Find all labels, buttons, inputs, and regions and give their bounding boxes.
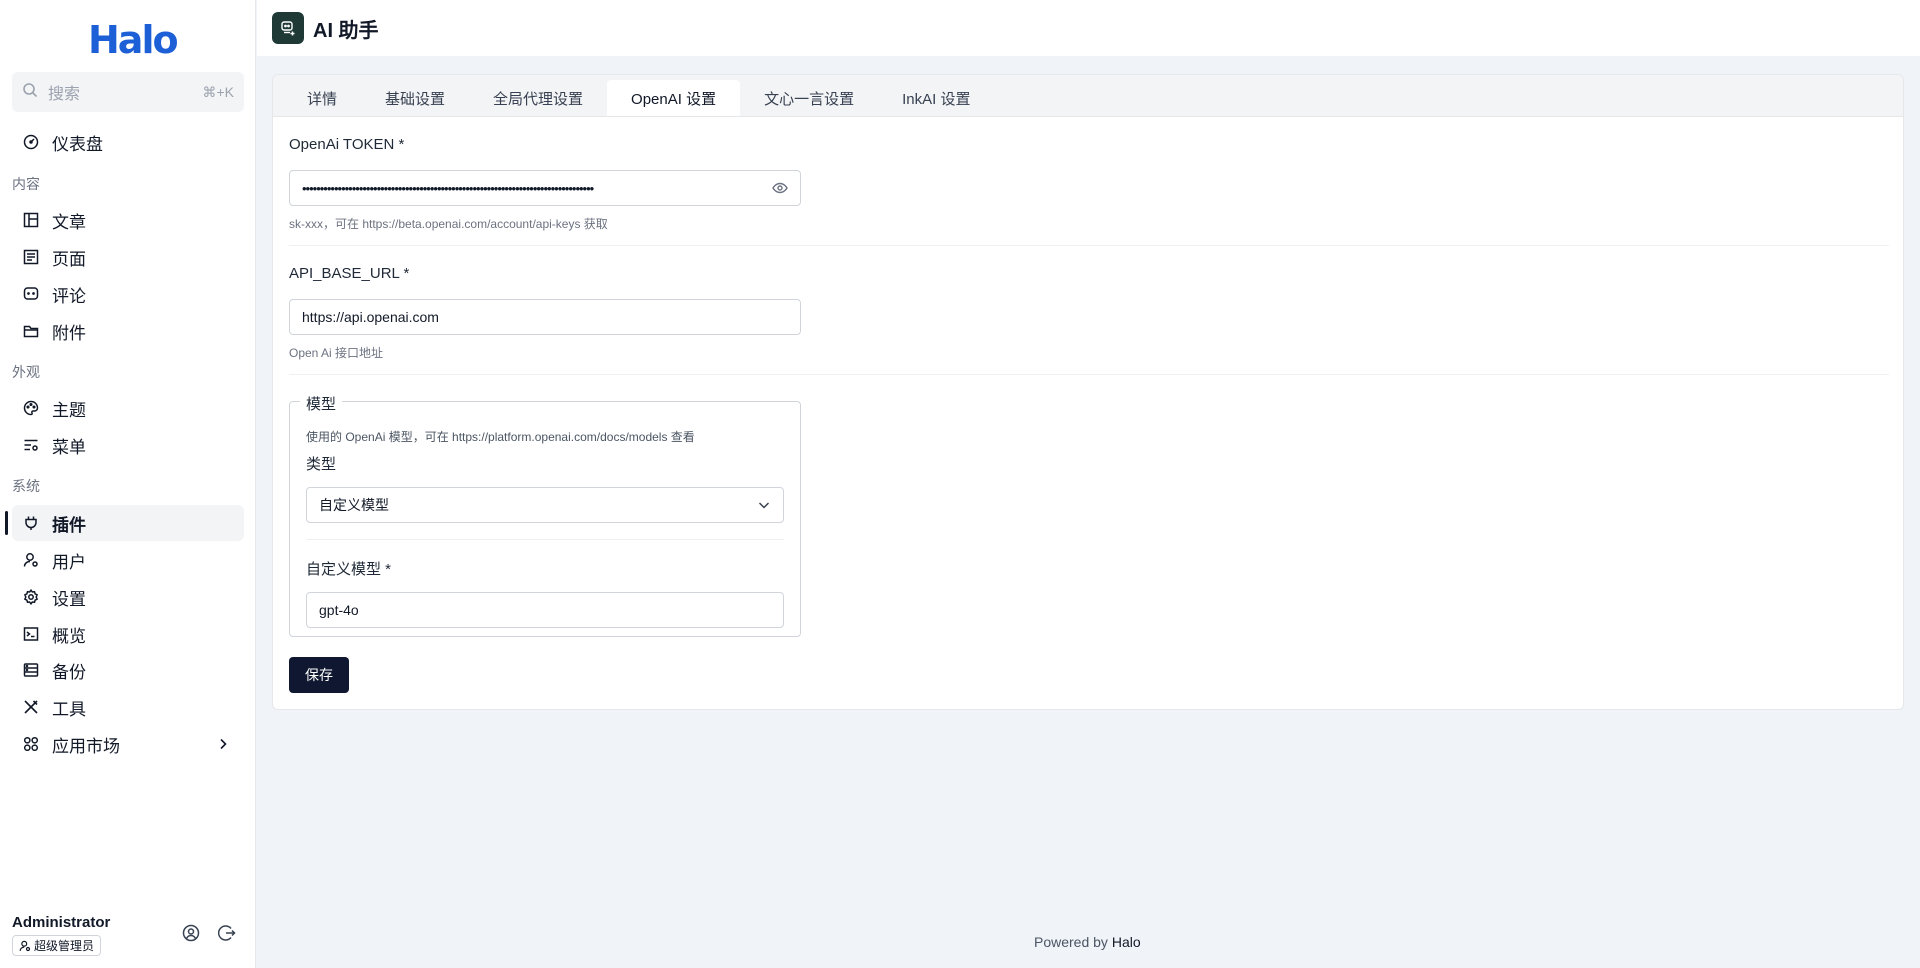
search-icon bbox=[22, 82, 38, 103]
dashboard-icon bbox=[22, 133, 40, 151]
sidebar-item-backup[interactable]: 备份 bbox=[12, 652, 244, 688]
terminal-icon bbox=[22, 625, 40, 643]
user-role-label: 超级管理员 bbox=[34, 939, 95, 953]
sidebar-item-attachments[interactable]: 附件 bbox=[12, 313, 244, 349]
user-actions bbox=[182, 924, 236, 947]
tab-basic-settings[interactable]: 基础设置 bbox=[361, 80, 469, 116]
custom-model-value: gpt-4o bbox=[319, 602, 359, 618]
base-url-help: Open Ai 接口地址 bbox=[289, 346, 384, 360]
sidebar-item-label: 用户 bbox=[52, 552, 86, 572]
tab-inkai-settings[interactable]: InkAI 设置 bbox=[878, 80, 994, 116]
sidebar-item-label: 插件 bbox=[52, 515, 86, 535]
profile-icon[interactable] bbox=[182, 924, 200, 947]
ai-assistant-icon bbox=[272, 12, 304, 44]
model-legend: 模型 bbox=[300, 393, 343, 414]
sidebar-item-themes[interactable]: 主题 bbox=[12, 390, 244, 426]
custom-model-label: 自定义模型 * bbox=[306, 561, 392, 578]
base-url-label: API_BASE_URL * bbox=[289, 265, 410, 282]
footer-prefix: Powered by bbox=[1034, 934, 1108, 950]
sidebar-item-label: 应用市场 bbox=[52, 736, 120, 756]
nav-group-system: 系统 bbox=[12, 478, 40, 494]
eye-icon[interactable] bbox=[772, 180, 788, 196]
model-fieldset: 模型 使用的 OpenAi 模型，可在 https://platform.ope… bbox=[289, 393, 801, 637]
settings-card: 详情 基础设置 全局代理设置 OpenAI 设置 文心一言设置 InkAI 设置… bbox=[272, 74, 1904, 710]
sidebar-item-label: 备份 bbox=[52, 662, 86, 682]
divider bbox=[289, 245, 1889, 246]
tab-wenxin-settings[interactable]: 文心一言设置 bbox=[740, 80, 878, 116]
apps-icon bbox=[22, 735, 40, 753]
search-placeholder: 搜索 bbox=[48, 86, 81, 103]
user-icon bbox=[22, 551, 40, 569]
tools-icon bbox=[22, 698, 40, 716]
sidebar-item-label: 主题 bbox=[52, 400, 86, 420]
token-help: sk-xxx，可在 https://beta.openai.com/accoun… bbox=[289, 217, 608, 231]
layout-icon bbox=[22, 211, 40, 229]
sidebar-item-dashboard[interactable]: 仪表盘 bbox=[12, 124, 244, 160]
sidebar-item-menus[interactable]: 菜单 bbox=[12, 427, 244, 463]
sidebar: Halo 搜索 ⌘+K 仪表盘 内容 文章 页面 评论 附件 外观 主题 菜单 … bbox=[0, 0, 256, 968]
database-icon bbox=[22, 661, 40, 679]
page-icon bbox=[22, 248, 40, 266]
plug-icon bbox=[22, 514, 40, 532]
sidebar-item-pages[interactable]: 页面 bbox=[12, 239, 244, 275]
sidebar-item-tools[interactable]: 工具 bbox=[12, 689, 244, 725]
sidebar-item-plugins[interactable]: 插件 bbox=[5, 505, 244, 541]
palette-icon bbox=[22, 399, 40, 417]
footer: Powered by Halo bbox=[1034, 934, 1141, 950]
model-type-label: 类型 bbox=[306, 456, 337, 473]
sidebar-item-label: 设置 bbox=[52, 589, 86, 609]
sidebar-item-overview[interactable]: 概览 bbox=[12, 616, 244, 652]
sidebar-item-users[interactable]: 用户 bbox=[12, 542, 244, 578]
user-role-badge: 超级管理员 bbox=[12, 935, 102, 956]
sidebar-item-label: 附件 bbox=[52, 323, 86, 343]
gear-icon bbox=[22, 588, 40, 606]
sidebar-item-posts[interactable]: 文章 bbox=[12, 202, 244, 238]
base-url-value: https://api.openai.com bbox=[302, 309, 439, 325]
logout-icon[interactable] bbox=[217, 924, 236, 947]
page-title: AI 助手 bbox=[313, 19, 379, 42]
sidebar-item-label: 仪表盘 bbox=[52, 134, 103, 154]
custom-model-input[interactable]: gpt-4o bbox=[306, 592, 784, 628]
sidebar-item-settings[interactable]: 设置 bbox=[12, 579, 244, 615]
nav-group-appearance: 外观 bbox=[12, 364, 40, 380]
current-user: Administrator 超级管理员 bbox=[12, 914, 110, 957]
sidebar-item-label: 概览 bbox=[52, 626, 86, 646]
user-role-icon bbox=[19, 940, 31, 951]
divider bbox=[306, 539, 784, 540]
sidebar-item-label: 评论 bbox=[52, 286, 86, 306]
folder-icon bbox=[22, 322, 40, 340]
tab-proxy-settings[interactable]: 全局代理设置 bbox=[469, 80, 607, 116]
menu-settings-icon bbox=[22, 436, 40, 454]
token-value: ••••••••••••••••••••••••••••••••••••••••… bbox=[302, 180, 594, 196]
search-box[interactable]: 搜索 ⌘+K bbox=[12, 72, 244, 112]
sidebar-item-label: 工具 bbox=[52, 699, 86, 719]
sidebar-item-label: 文章 bbox=[52, 212, 86, 232]
footer-brand[interactable]: Halo bbox=[1112, 934, 1141, 950]
sidebar-item-label: 页面 bbox=[52, 249, 86, 269]
divider bbox=[289, 374, 1889, 375]
tab-openai-settings[interactable]: OpenAI 设置 bbox=[607, 80, 741, 116]
save-button[interactable]: 保存 bbox=[289, 657, 349, 693]
sidebar-item-comments[interactable]: 评论 bbox=[12, 276, 244, 312]
model-help: 使用的 OpenAi 模型，可在 https://platform.openai… bbox=[306, 430, 695, 444]
user-name: Administrator bbox=[12, 914, 111, 931]
halo-logo[interactable]: Halo bbox=[88, 18, 179, 62]
token-label: OpenAi TOKEN * bbox=[289, 136, 405, 153]
model-type-value: 自定义模型 bbox=[319, 497, 389, 513]
settings-tabs: 详情 基础设置 全局代理设置 OpenAI 设置 文心一言设置 InkAI 设置 bbox=[273, 75, 1903, 117]
search-shortcut: ⌘+K bbox=[202, 83, 234, 100]
nav-group-content: 内容 bbox=[12, 176, 40, 192]
chevron-right-icon bbox=[216, 736, 230, 756]
tab-details[interactable]: 详情 bbox=[283, 80, 361, 116]
sidebar-item-market[interactable]: 应用市场 bbox=[12, 726, 244, 762]
token-input[interactable]: ••••••••••••••••••••••••••••••••••••••••… bbox=[289, 170, 801, 206]
page-header: AI 助手 bbox=[257, 0, 1920, 56]
chevron-down-icon bbox=[757, 498, 771, 512]
model-type-select[interactable]: 自定义模型 bbox=[306, 487, 784, 523]
comment-icon bbox=[22, 285, 40, 303]
base-url-input[interactable]: https://api.openai.com bbox=[289, 299, 801, 335]
sidebar-item-label: 菜单 bbox=[52, 437, 86, 457]
